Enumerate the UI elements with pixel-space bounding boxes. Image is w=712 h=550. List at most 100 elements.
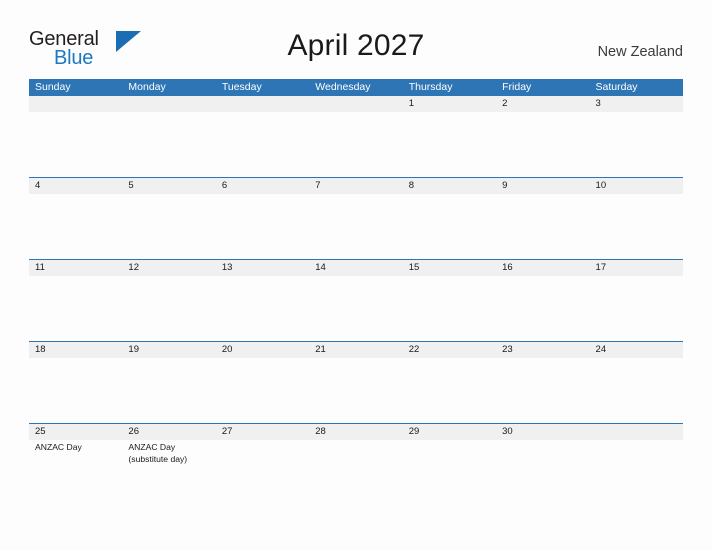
day-events-10 [590, 194, 683, 259]
day-events-29 [403, 440, 496, 505]
day-number-28[interactable]: 28 [309, 424, 402, 440]
day-events-empty [590, 440, 683, 505]
week-event-strip [29, 358, 683, 423]
calendar-week-row: 25 26 27 28 29 30 ANZAC Day ANZAC Day (substitut… [29, 423, 683, 505]
weekday-header-friday: Friday [502, 81, 532, 93]
day-events-5 [122, 194, 215, 259]
day-number-18[interactable]: 18 [29, 342, 122, 358]
day-number-23[interactable]: 23 [496, 342, 589, 358]
day-events-20 [216, 358, 309, 423]
calendar-weeks: 1 2 3 4 5 6 7 8 9 10 11 12 13 14 15 16 17 18 19 20 21 22 23 24 2… [29, 96, 683, 505]
day-events-19 [122, 358, 215, 423]
day-number-12[interactable]: 12 [122, 260, 215, 276]
day-events-12 [122, 276, 215, 341]
day-events-empty [29, 112, 122, 177]
day-number-4[interactable]: 4 [29, 178, 122, 194]
week-event-strip: ANZAC Day ANZAC Day (substitute day) [29, 440, 683, 505]
day-number-3[interactable]: 3 [590, 96, 683, 112]
day-events-8 [403, 194, 496, 259]
page-header: General Blue April 2027 New Zealand [0, 0, 712, 76]
day-number-empty [122, 96, 215, 112]
day-events-24 [590, 358, 683, 423]
day-number-21[interactable]: 21 [309, 342, 402, 358]
day-number-9[interactable]: 9 [496, 178, 589, 194]
day-events-9 [496, 194, 589, 259]
calendar-grid: Sunday Monday Tuesday Wednesday Thursday Frid… [29, 79, 683, 505]
day-events-27 [216, 440, 309, 505]
day-events-15 [403, 276, 496, 341]
day-events-4 [29, 194, 122, 259]
region-label: New Zealand [597, 44, 683, 60]
day-events-empty [216, 112, 309, 177]
week-date-strip: 4 5 6 7 8 9 10 [29, 178, 683, 194]
weekday-header-saturday: Saturday [595, 81, 638, 93]
day-number-30[interactable]: 30 [496, 424, 589, 440]
week-event-strip [29, 112, 683, 177]
day-events-7 [309, 194, 402, 259]
day-events-3 [590, 112, 683, 177]
day-number-13[interactable]: 13 [216, 260, 309, 276]
weekday-header-monday: Monday [128, 81, 166, 93]
day-number-2[interactable]: 2 [496, 96, 589, 112]
day-number-29[interactable]: 29 [403, 424, 496, 440]
weekday-header-sunday: Sunday [35, 81, 71, 93]
day-number-25[interactable]: 25 [29, 424, 122, 440]
day-events-1 [403, 112, 496, 177]
day-events-6 [216, 194, 309, 259]
day-number-8[interactable]: 8 [403, 178, 496, 194]
calendar-page: General Blue April 2027 New Zealand Sund… [0, 0, 712, 550]
day-number-22[interactable]: 22 [403, 342, 496, 358]
day-events-empty [122, 112, 215, 177]
day-number-6[interactable]: 6 [216, 178, 309, 194]
weekday-header-tuesday: Tuesday [221, 81, 262, 93]
day-number-15[interactable]: 15 [403, 260, 496, 276]
weekday-header-row: Sunday Monday Tuesday Wednesday Thursday Frid… [29, 79, 683, 96]
day-events-25[interactable]: ANZAC Day [29, 440, 122, 505]
day-number-empty [309, 96, 402, 112]
day-events-26[interactable]: ANZAC Day (substitute day) [122, 440, 215, 505]
day-events-28 [309, 440, 402, 505]
day-events-21 [309, 358, 402, 423]
day-number-24[interactable]: 24 [590, 342, 683, 358]
day-events-13 [216, 276, 309, 341]
day-events-empty [309, 112, 402, 177]
day-number-20[interactable]: 20 [216, 342, 309, 358]
day-number-empty [216, 96, 309, 112]
day-number-17[interactable]: 17 [590, 260, 683, 276]
weekday-header-thursday: Thursday [408, 81, 453, 93]
day-number-26[interactable]: 26 [122, 424, 215, 440]
day-events-18 [29, 358, 122, 423]
day-events-30 [496, 440, 589, 505]
day-events-23 [496, 358, 589, 423]
holiday-label: (substitute day) [128, 453, 188, 464]
calendar-week-row: 123 [29, 96, 683, 177]
week-date-strip: 18 19 20 21 22 23 24 [29, 342, 683, 358]
day-number-19[interactable]: 19 [122, 342, 215, 358]
week-date-strip: 11 12 13 14 15 16 17 [29, 260, 683, 276]
week-date-strip: 25 26 27 28 29 30 [29, 424, 683, 440]
week-event-strip [29, 194, 683, 259]
day-number-10[interactable]: 10 [590, 178, 683, 194]
day-number-16[interactable]: 16 [496, 260, 589, 276]
calendar-week-row: 4 5 6 7 8 9 10 [29, 177, 683, 259]
week-event-strip [29, 276, 683, 341]
holiday-label: ANZAC Day [128, 442, 176, 452]
calendar-week-row: 18 19 20 21 22 23 24 [29, 341, 683, 423]
day-number-27[interactable]: 27 [216, 424, 309, 440]
day-events-14 [309, 276, 402, 341]
holiday-label: ANZAC Day [35, 442, 82, 452]
weekday-header-wednesday: Wednesday [315, 81, 371, 93]
day-number-5[interactable]: 5 [122, 178, 215, 194]
day-number-1[interactable]: 1 [403, 96, 496, 112]
day-events-22 [403, 358, 496, 423]
day-number-11[interactable]: 11 [29, 260, 122, 276]
calendar-week-row: 11 12 13 14 15 16 17 [29, 259, 683, 341]
day-events-16 [496, 276, 589, 341]
day-number-14[interactable]: 14 [309, 260, 402, 276]
day-number-7[interactable]: 7 [309, 178, 402, 194]
day-events-2 [496, 112, 589, 177]
day-events-11 [29, 276, 122, 341]
day-events-17 [590, 276, 683, 341]
day-number-empty [29, 96, 122, 112]
day-number-empty [590, 424, 683, 440]
